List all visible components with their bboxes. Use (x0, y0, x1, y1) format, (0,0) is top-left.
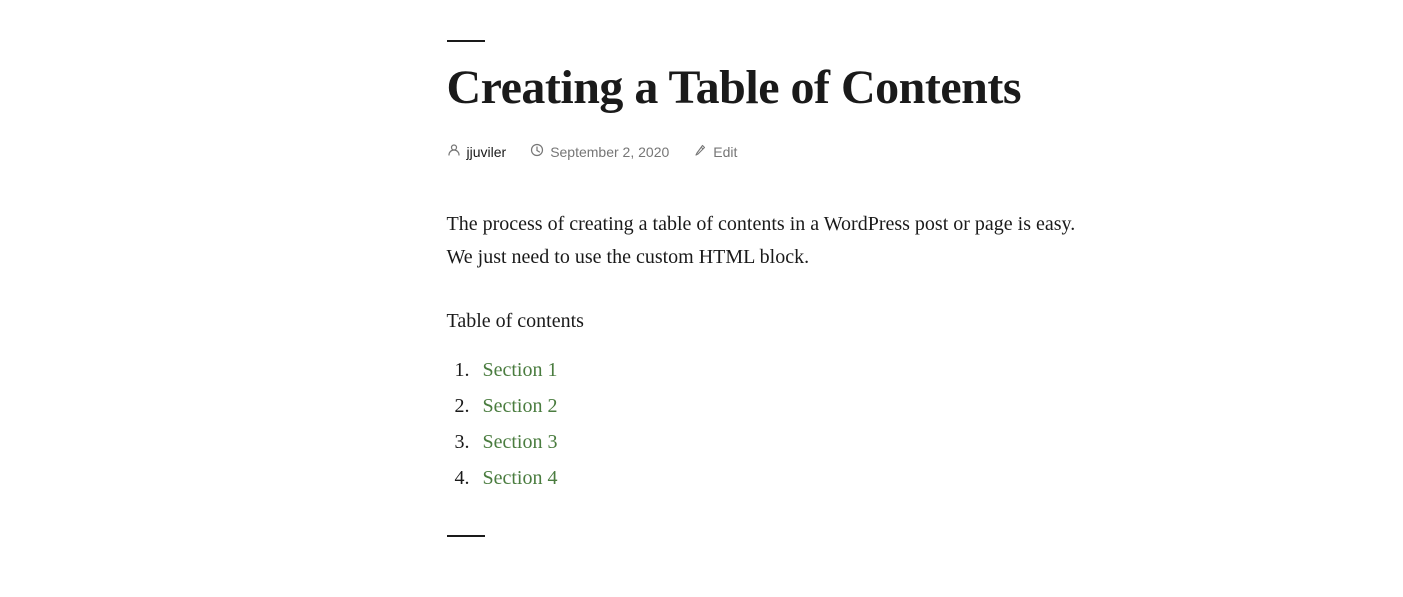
person-icon (447, 143, 461, 160)
meta-edit-item[interactable]: Edit (693, 143, 737, 160)
post-date: September 2, 2020 (550, 144, 669, 160)
toc-link-1[interactable]: Section 1 (483, 353, 558, 387)
list-item: 4. Section 4 (455, 461, 1092, 495)
toc-heading: Table of contents (447, 310, 1092, 333)
author-name: jjuviler (467, 144, 507, 160)
top-divider (447, 40, 485, 42)
bottom-divider (447, 535, 485, 537)
meta-date-item: September 2, 2020 (530, 143, 669, 160)
post-meta: jjuviler September 2, 2020 Edit (447, 143, 1092, 160)
toc-link-4[interactable]: Section 4 (483, 461, 558, 495)
toc-number-2: 2. (455, 389, 479, 423)
list-item: 3. Section 3 (455, 425, 1092, 459)
toc-link-2[interactable]: Section 2 (483, 389, 558, 423)
toc-list: 1. Section 1 2. Section 2 3. Section 3 4… (455, 353, 1092, 495)
toc-number-3: 3. (455, 425, 479, 459)
pencil-icon (693, 143, 707, 160)
meta-author-item: jjuviler (447, 143, 507, 160)
list-item: 2. Section 2 (455, 389, 1092, 423)
post-title: Creating a Table of Contents (447, 60, 1092, 115)
edit-link[interactable]: Edit (713, 144, 737, 160)
post-body-text: The process of creating a table of conte… (447, 208, 1092, 274)
toc-number-4: 4. (455, 461, 479, 495)
page-container: Creating a Table of Contents jjuviler Se… (252, 0, 1152, 597)
toc-link-3[interactable]: Section 3 (483, 425, 558, 459)
clock-icon (530, 143, 544, 160)
list-item: 1. Section 1 (455, 353, 1092, 387)
toc-number-1: 1. (455, 353, 479, 387)
